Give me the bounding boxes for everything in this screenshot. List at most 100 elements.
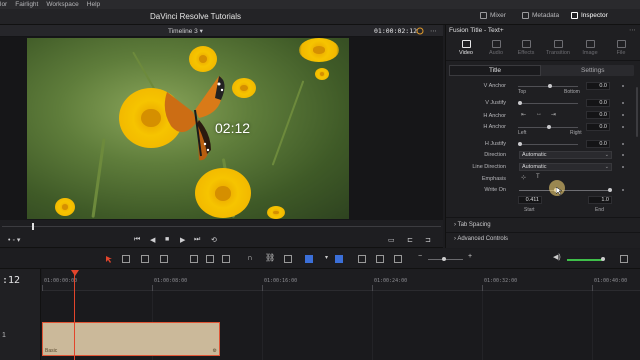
reverse-button[interactable]: ◀ [150, 236, 155, 244]
overwrite-clip-icon[interactable] [206, 255, 214, 263]
direction-dropdown[interactable]: Automatic ⌄ [519, 151, 612, 159]
menu-item-fairlight[interactable]: Fairlight [15, 1, 38, 8]
zoom-full-icon[interactable] [358, 255, 366, 263]
volume-slider[interactable] [567, 259, 602, 261]
h-anchor-slider-value[interactable]: 0.0 [586, 123, 610, 131]
h-anchor-slider-keyframe-icon[interactable] [622, 126, 624, 128]
v-justify-slider[interactable] [518, 103, 578, 104]
write-on-keyframe-icon[interactable] [622, 189, 624, 191]
h-justify-value[interactable]: 0.0 [586, 140, 610, 148]
play-button[interactable]: ▶ [180, 236, 185, 244]
zoom-slider-knob[interactable] [442, 257, 446, 261]
v-anchor-top-label: Top [518, 89, 527, 95]
direction-keyframe-icon[interactable] [622, 154, 624, 156]
menu-item-help[interactable]: Help [87, 1, 100, 8]
selection-tool-icon[interactable] [105, 255, 113, 263]
tab-transition[interactable]: Transition [543, 40, 573, 56]
v-anchor-keyframe-icon[interactable] [622, 85, 624, 87]
h-anchor-knob[interactable] [547, 125, 551, 129]
h-justify-knob[interactable] [518, 142, 522, 146]
h-anchor-slider-label: H Anchor [483, 124, 506, 130]
flag-icon[interactable] [305, 255, 313, 263]
video-frame[interactable]: 02:12 [27, 38, 349, 219]
position-lock-icon[interactable] [284, 255, 292, 263]
match-frame-icon[interactable]: ▭ [388, 236, 395, 244]
loop-button[interactable]: ⟲ [211, 236, 217, 244]
tab-spacing-section[interactable]: › Tab Spacing [454, 222, 491, 228]
blade-tool-icon[interactable] [160, 255, 168, 263]
tab-file[interactable]: File [606, 40, 636, 56]
timeline-ruler[interactable]: 01:00:00:00 01:00:08:00 01:00:16:00 01:0… [42, 269, 640, 291]
zoom-out-icon[interactable]: − [418, 253, 426, 261]
subtab-settings[interactable]: Settings [581, 67, 605, 74]
align-right-icon[interactable]: ⇥ [551, 111, 556, 118]
zoom-custom-icon[interactable] [394, 255, 402, 263]
v-anchor-value[interactable]: 0.0 [586, 82, 610, 90]
speaker-icon[interactable]: ◀) [553, 253, 561, 261]
inspector-button[interactable]: Inspector [571, 12, 608, 19]
subtab-title[interactable]: Title [449, 65, 541, 76]
mixer-button[interactable]: Mixer [480, 12, 506, 19]
scrubber-playhead[interactable] [32, 223, 34, 230]
audio-meter-icon[interactable] [620, 255, 628, 263]
mark-out-icon[interactable]: ⊐ [425, 236, 431, 244]
v-justify-keyframe-icon[interactable] [622, 102, 624, 104]
stop-button[interactable]: ■ [165, 236, 169, 243]
linked-selection-icon[interactable]: ⛓ [265, 253, 275, 262]
tab-image[interactable]: Image [575, 40, 605, 56]
timeline-selector[interactable]: Timeline 3 ▾ [168, 27, 203, 35]
v-justify-value[interactable]: 0.0 [586, 99, 610, 107]
track-number: 1 [2, 332, 6, 339]
replace-clip-icon[interactable] [222, 255, 230, 263]
more-options-icon[interactable]: ⋯ [430, 27, 438, 35]
menu-item-workspace[interactable]: Workspace [46, 1, 78, 8]
write-on-range-slider[interactable] [519, 190, 611, 191]
line-direction-dropdown[interactable]: Automatic ⌄ [519, 163, 612, 171]
advanced-controls-section[interactable]: › Advanced Controls [454, 236, 508, 242]
write-on-end-value[interactable]: 1.0 [588, 196, 612, 204]
menu-item-color[interactable]: lor [0, 1, 7, 8]
metadata-button[interactable]: Metadata [522, 12, 559, 19]
fusion-overlay-icon[interactable] [416, 27, 424, 35]
align-center-icon[interactable]: ↔ [536, 111, 542, 117]
zoom-in-icon[interactable]: + [468, 253, 476, 261]
line-direction-keyframe-icon[interactable] [622, 166, 624, 168]
emphasis-text-icon[interactable]: T [536, 174, 540, 180]
h-anchor-value[interactable]: 0.0 [586, 111, 610, 119]
dynamic-trim-icon[interactable] [141, 255, 149, 263]
h-justify-slider[interactable] [518, 144, 578, 145]
flag-dropdown-icon[interactable]: ▾ [325, 254, 333, 262]
h-justify-keyframe-icon[interactable] [622, 143, 624, 145]
v-justify-label: V Justify [485, 100, 506, 106]
timeline-playhead[interactable] [74, 271, 75, 360]
write-on-end-label: End [595, 207, 604, 213]
trim-tool-icon[interactable] [122, 255, 130, 263]
scrubber-track[interactable] [2, 226, 441, 227]
tab-audio[interactable]: Audio [481, 40, 511, 56]
inspector-label: Inspector [581, 12, 608, 19]
ruler-label: 01:00:16:00 [264, 278, 298, 284]
write-on-end-knob[interactable] [608, 188, 612, 192]
playhead-handle[interactable] [71, 270, 79, 276]
write-on-start-value[interactable]: 0.411 [518, 196, 542, 204]
marker-icon[interactable] [335, 255, 343, 263]
insert-clip-icon[interactable] [190, 255, 198, 263]
viewer-scrubber[interactable] [0, 220, 443, 232]
inspector-options-icon[interactable]: ⋯ [629, 26, 636, 34]
snapping-icon[interactable]: ∩ [247, 253, 255, 262]
title-clip[interactable]: Basic ⚙ [42, 322, 220, 356]
v-anchor-knob[interactable] [548, 84, 552, 88]
go-to-start-button[interactable]: ⏮ [134, 236, 140, 244]
tab-video[interactable]: Video [451, 40, 481, 56]
emphasis-off-icon[interactable]: ⊹ [521, 174, 526, 181]
audio-options-icon[interactable]: • ◦ ▾ [8, 236, 20, 244]
inspector-scrollbar[interactable] [636, 87, 638, 137]
go-to-end-button[interactable]: ⏭ [194, 236, 200, 244]
v-justify-knob[interactable] [518, 101, 522, 105]
volume-knob[interactable] [601, 257, 605, 261]
mark-in-icon[interactable]: ⊏ [407, 236, 413, 244]
tab-effects[interactable]: Effects [511, 40, 541, 56]
zoom-detail-icon[interactable] [376, 255, 384, 263]
align-left-icon[interactable]: ⇤ [521, 111, 526, 118]
h-anchor-keyframe-icon[interactable] [622, 114, 624, 116]
